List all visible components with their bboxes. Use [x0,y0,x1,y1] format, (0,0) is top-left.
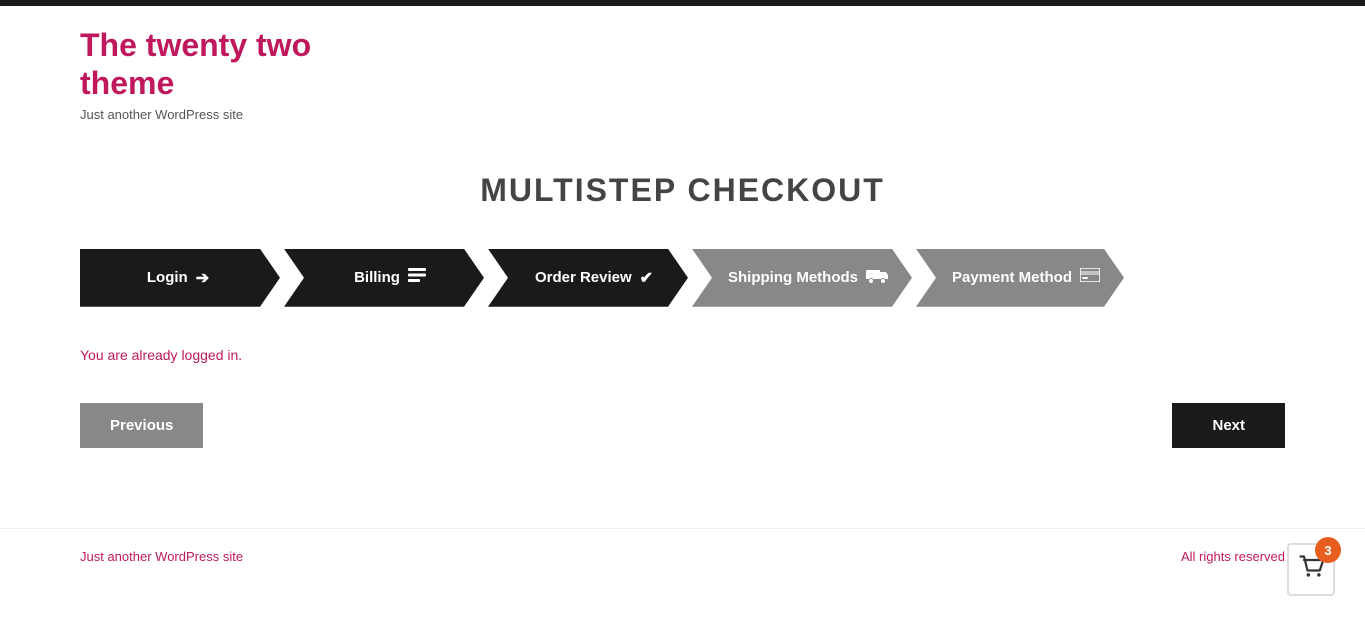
footer: Just another WordPress site All rights r… [0,528,1365,584]
previous-button[interactable]: Previous [80,403,203,448]
step-login-label: Login [147,269,188,286]
step-payment-label: Payment Method [952,269,1072,286]
step-order-review[interactable]: Order Review ✔ [488,249,688,307]
step-shipping[interactable]: Shipping Methods [692,249,912,307]
main-content: MULTISTEP CHECKOUT Login ➔ Billing Order… [0,132,1365,528]
login-icon: ➔ [196,268,209,288]
cart-badge: 3 [1315,537,1341,563]
already-logged-message: You are already logged in. [80,347,1285,363]
site-header: The twenty two theme Just another WordPr… [0,6,1365,132]
footer-right-text: All rights reserved [1181,549,1285,564]
cart-icon-button[interactable]: 3 [1287,543,1335,596]
site-tagline: Just another WordPress site [80,107,1285,122]
page-title: MULTISTEP CHECKOUT [80,172,1285,209]
billing-icon [408,268,426,287]
footer-left-text: Just another WordPress site [80,549,243,564]
cart-widget[interactable]: 3 [1287,543,1335,596]
step-login[interactable]: Login ➔ [80,249,280,307]
step-order-review-label: Order Review [535,269,632,286]
step-billing-label: Billing [354,269,400,286]
step-billing[interactable]: Billing [284,249,484,307]
site-title: The twenty two theme [80,26,1285,103]
shipping-icon [866,267,888,288]
step-payment[interactable]: Payment Method [916,249,1124,307]
nav-buttons: Previous Next [80,403,1285,448]
next-button[interactable]: Next [1172,403,1285,448]
order-review-icon: ✔ [640,268,653,288]
checkout-steps: Login ➔ Billing Order Review ✔ Shipping … [80,249,1285,307]
step-shipping-label: Shipping Methods [728,269,858,286]
payment-icon [1080,268,1100,287]
